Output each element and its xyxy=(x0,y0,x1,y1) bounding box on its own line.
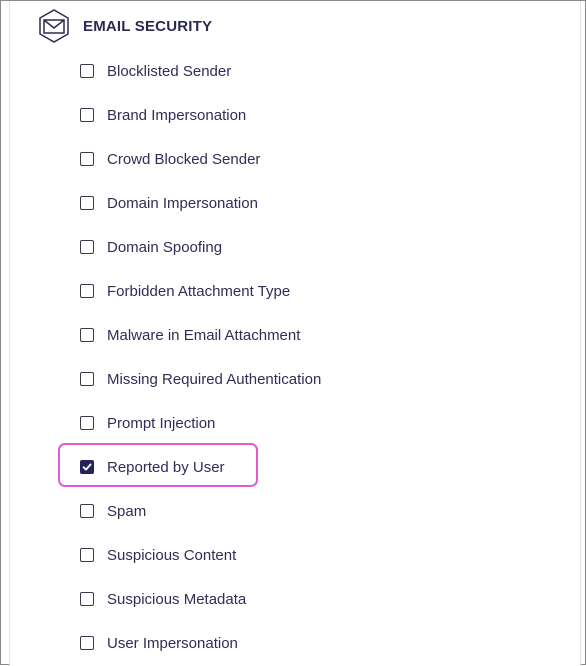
checkbox[interactable] xyxy=(80,636,94,650)
checkbox[interactable] xyxy=(80,592,94,606)
option-label: Missing Required Authentication xyxy=(107,370,322,388)
filter-option-blocklisted-sender[interactable]: Blocklisted Sender xyxy=(80,49,321,93)
filter-option-suspicious-metadata[interactable]: Suspicious Metadata xyxy=(80,577,321,621)
option-label: Brand Impersonation xyxy=(107,106,247,124)
filter-option-crowd-blocked-sender[interactable]: Crowd Blocked Sender xyxy=(80,137,321,181)
checkbox[interactable] xyxy=(80,416,94,430)
option-label: Blocklisted Sender xyxy=(107,62,232,80)
checkbox[interactable] xyxy=(80,108,94,122)
checkbox[interactable] xyxy=(80,284,94,298)
checkbox[interactable] xyxy=(80,504,94,518)
option-label: Spam xyxy=(107,502,147,520)
filter-option-domain-spoofing[interactable]: Domain Spoofing xyxy=(80,225,321,269)
filter-option-missing-required-authentication[interactable]: Missing Required Authentication xyxy=(80,357,321,401)
option-label: Domain Spoofing xyxy=(107,238,223,256)
filter-option-brand-impersonation[interactable]: Brand Impersonation xyxy=(80,93,321,137)
checkbox[interactable] xyxy=(80,196,94,210)
option-label: Forbidden Attachment Type xyxy=(107,282,291,300)
filter-option-domain-impersonation[interactable]: Domain Impersonation xyxy=(80,181,321,225)
option-label: Reported by User xyxy=(107,458,225,476)
envelope-hexagon-icon xyxy=(37,9,71,43)
option-label: User Impersonation xyxy=(107,634,238,652)
option-label: Malware in Email Attachment xyxy=(107,326,301,344)
option-list: Blocklisted Sender Brand Impersonation Cro… xyxy=(80,49,321,665)
window-frame: EMAIL SECURITY Blocklisted Sender Brand I… xyxy=(0,0,586,666)
filter-option-forbidden-attachment-type[interactable]: Forbidden Attachment Type xyxy=(80,269,321,313)
checkbox[interactable] xyxy=(80,64,94,78)
checkbox[interactable] xyxy=(80,460,94,474)
checkmark-icon xyxy=(82,463,92,471)
filter-option-user-impersonation[interactable]: User Impersonation xyxy=(80,621,321,665)
checkbox[interactable] xyxy=(80,548,94,562)
checkbox[interactable] xyxy=(80,240,94,254)
option-label: Domain Impersonation xyxy=(107,194,258,212)
option-label: Suspicious Metadata xyxy=(107,590,247,608)
checkbox[interactable] xyxy=(80,152,94,166)
option-label: Prompt Injection xyxy=(107,414,216,432)
checkbox[interactable] xyxy=(80,372,94,386)
filter-option-suspicious-content[interactable]: Suspicious Content xyxy=(80,533,321,577)
section-header: EMAIL SECURITY xyxy=(37,8,212,44)
filter-option-malware-in-email-attachment[interactable]: Malware in Email Attachment xyxy=(80,313,321,357)
filter-option-reported-by-user[interactable]: Reported by User xyxy=(80,445,321,489)
checkbox[interactable] xyxy=(80,328,94,342)
option-label: Suspicious Content xyxy=(107,546,237,564)
option-label: Crowd Blocked Sender xyxy=(107,150,261,168)
section-title: EMAIL SECURITY xyxy=(83,17,213,35)
filter-option-prompt-injection[interactable]: Prompt Injection xyxy=(80,401,321,445)
filter-option-spam[interactable]: Spam xyxy=(80,489,321,533)
